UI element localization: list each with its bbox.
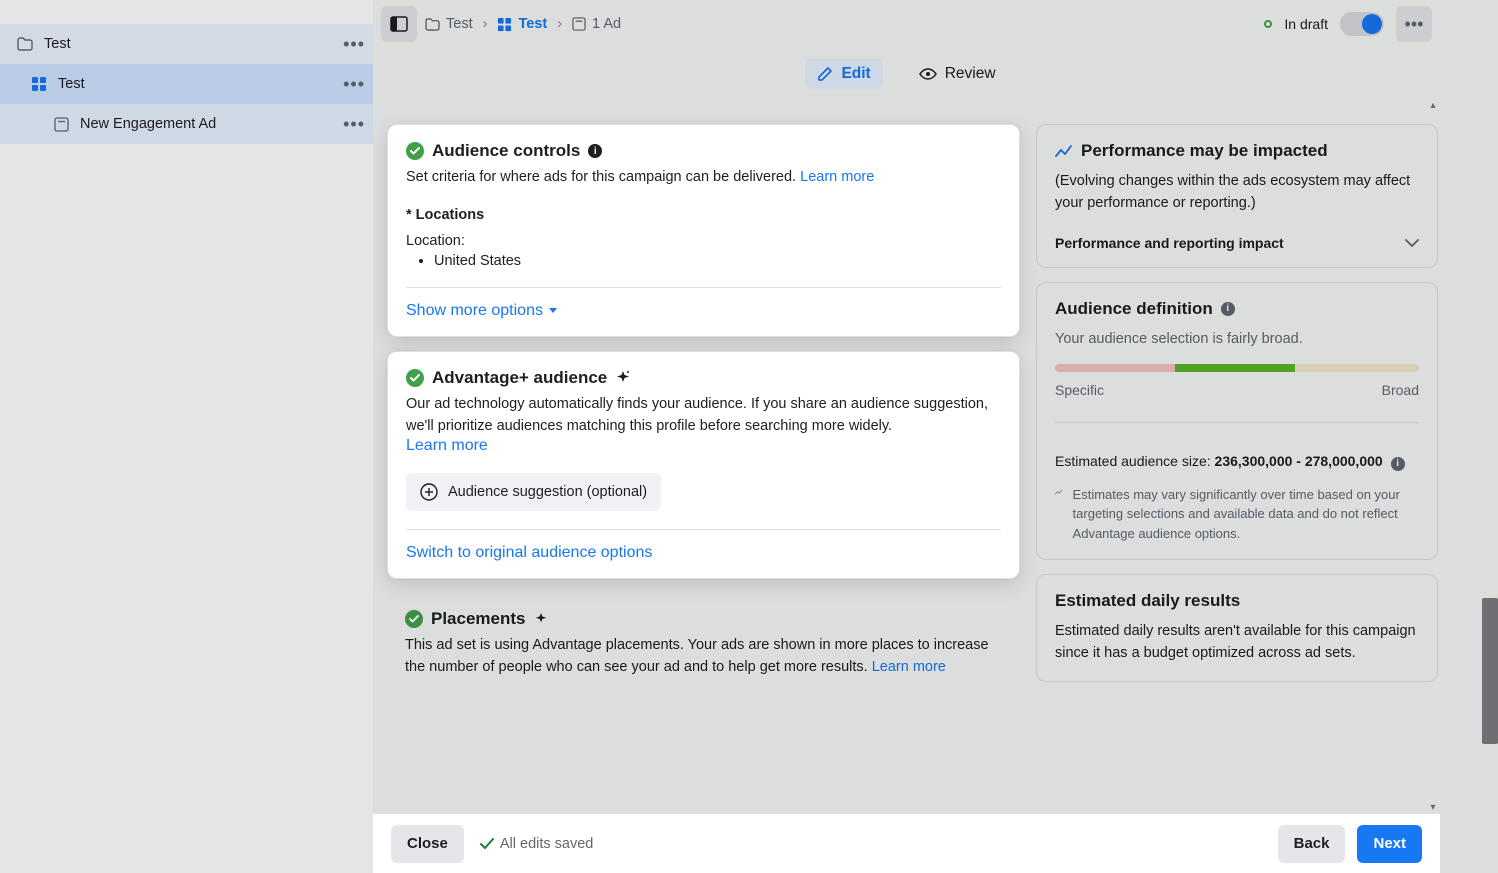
location-item: United States	[434, 253, 1001, 269]
grid-icon	[30, 76, 48, 92]
tree-row-campaign[interactable]: Test •••	[0, 24, 373, 64]
placements-card: Placements This ad set is using Advantag…	[387, 593, 1020, 695]
card-title: Placements	[431, 609, 526, 629]
show-more-options-link[interactable]: Show more options	[406, 302, 557, 319]
row-menu-icon[interactable]: •••	[343, 34, 365, 55]
back-button[interactable]: Back	[1278, 825, 1346, 863]
tree-label: New Engagement Ad	[80, 116, 216, 132]
panel-toggle-button[interactable]	[381, 6, 417, 42]
row-menu-icon[interactable]: •••	[343, 114, 365, 135]
sparkle-icon	[534, 612, 548, 626]
panel-title: Estimated daily results	[1055, 591, 1240, 611]
card-description: Set criteria for where ads for this camp…	[406, 167, 1001, 189]
gauge-label-specific: Specific	[1055, 382, 1104, 398]
audience-size-row: Estimated audience size: 236,300,000 - 2…	[1055, 453, 1419, 471]
edit-review-tabs: Edit Review	[373, 54, 1440, 94]
ad-icon	[52, 116, 70, 132]
close-button[interactable]: Close	[391, 825, 464, 863]
tree-label: Test	[44, 36, 71, 52]
info-icon[interactable]: i	[588, 144, 602, 158]
locations-heading: * Locations	[406, 207, 1001, 223]
tab-label: Edit	[841, 65, 870, 83]
folder-icon	[16, 36, 34, 52]
scroll-indicator: ▴ ▾	[1426, 100, 1440, 813]
trend-icon	[1055, 485, 1063, 499]
panel-title: Performance may be impacted	[1081, 141, 1328, 161]
panel-description: (Evolving changes within the ads ecosyst…	[1055, 171, 1419, 215]
scrollbar-thumb[interactable]	[1482, 598, 1498, 744]
trend-icon	[1055, 144, 1073, 158]
breadcrumb: Test › Test › 1 Ad	[425, 16, 621, 32]
audience-gauge: Specific Broad	[1055, 364, 1419, 398]
check-icon	[406, 369, 424, 387]
info-icon[interactable]: i	[1391, 457, 1405, 471]
tree-row-ad[interactable]: New Engagement Ad •••	[0, 104, 373, 144]
daily-results-card: Estimated daily results Estimated daily …	[1036, 574, 1438, 682]
estimate-note: Estimates may vary significantly over ti…	[1073, 485, 1419, 544]
window-scrollbar[interactable]	[1440, 0, 1498, 873]
advantage-audience-card: Advantage+ audience Our ad technology au…	[387, 351, 1020, 580]
chevron-down-icon	[1405, 239, 1419, 247]
card-description: Our ad technology automatically finds yo…	[406, 394, 1001, 438]
location-label: Location:	[406, 233, 1001, 249]
tab-edit[interactable]: Edit	[805, 59, 882, 89]
check-icon	[406, 142, 424, 160]
panel-description: Estimated daily results aren't available…	[1055, 621, 1419, 665]
publish-toggle[interactable]	[1340, 12, 1384, 36]
switch-audience-link[interactable]: Switch to original audience options	[406, 544, 652, 561]
scroll-down-icon[interactable]: ▾	[1430, 802, 1435, 813]
learn-more-link[interactable]: Learn more	[800, 169, 874, 185]
audience-suggestion-button[interactable]: Audience suggestion (optional)	[406, 473, 661, 511]
audience-controls-card: Audience controls i Set criteria for whe…	[387, 124, 1020, 337]
tree-label: Test	[58, 76, 85, 92]
row-menu-icon[interactable]: •••	[343, 74, 365, 95]
save-status: All edits saved	[480, 836, 594, 852]
status-label: In draft	[1284, 16, 1328, 32]
next-button[interactable]: Next	[1357, 825, 1422, 863]
main-panel: Test › Test › 1 Ad In draft ••• Edit	[373, 0, 1440, 873]
footer-bar: Close All edits saved Back Next	[373, 813, 1440, 873]
breadcrumb-campaign[interactable]: Test	[425, 16, 473, 32]
scroll-up-icon[interactable]: ▴	[1430, 100, 1435, 111]
tab-review[interactable]: Review	[907, 59, 1008, 89]
more-menu-button[interactable]: •••	[1396, 6, 1432, 42]
gauge-label-broad: Broad	[1382, 382, 1419, 398]
breadcrumb-adset[interactable]: Test	[497, 16, 547, 32]
check-icon	[405, 610, 423, 628]
tab-label: Review	[945, 65, 996, 83]
panel-title: Audience definition	[1055, 299, 1213, 319]
sparkle-icon	[615, 370, 631, 386]
card-title: Advantage+ audience	[432, 368, 607, 388]
card-title: Audience controls	[432, 141, 580, 161]
info-icon[interactable]: i	[1221, 302, 1235, 316]
chevron-right-icon: ›	[483, 16, 488, 32]
check-icon	[480, 838, 494, 850]
divider	[406, 287, 1001, 288]
divider	[406, 529, 1001, 530]
learn-more-link[interactable]: Learn more	[406, 437, 488, 454]
chevron-right-icon: ›	[557, 16, 562, 32]
topbar: Test › Test › 1 Ad In draft •••	[373, 0, 1440, 48]
location-list: United States	[406, 253, 1001, 269]
card-description: This ad set is using Advantage placement…	[405, 635, 1002, 679]
status-indicator-icon	[1264, 20, 1272, 28]
impact-expander[interactable]: Performance and reporting impact	[1055, 235, 1419, 251]
audience-note: Your audience selection is fairly broad.	[1055, 329, 1419, 351]
breadcrumb-ad[interactable]: 1 Ad	[572, 16, 621, 32]
performance-impact-card: Performance may be impacted (Evolving ch…	[1036, 124, 1438, 268]
campaign-tree-sidebar: Test ••• Test ••• New Engagement Ad •••	[0, 0, 373, 873]
plus-circle-icon	[420, 483, 438, 501]
learn-more-link[interactable]: Learn more	[872, 659, 946, 675]
audience-definition-card: Audience definition i Your audience sele…	[1036, 282, 1438, 561]
tree-row-adset[interactable]: Test •••	[0, 64, 373, 104]
